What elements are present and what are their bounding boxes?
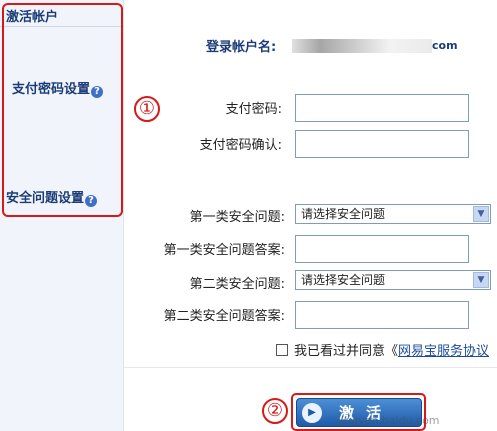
pay-password-label: 支付密码: bbox=[225, 102, 282, 117]
answer-1-input[interactable] bbox=[295, 235, 469, 263]
pay-password-confirm-input[interactable] bbox=[295, 130, 469, 158]
question-1-select[interactable]: 请选择安全问题 ▼ bbox=[295, 204, 491, 224]
step-1-marker: ① bbox=[134, 96, 160, 122]
answer-1-label: 第一类安全问题答案: bbox=[163, 243, 285, 258]
chevron-down-icon[interactable]: ▼ bbox=[473, 206, 489, 222]
agreement-text: 我已看过并同意《 bbox=[294, 344, 399, 359]
watermark: jingyan.baidu.com bbox=[338, 414, 440, 427]
chevron-down-icon[interactable]: ▼ bbox=[473, 272, 489, 288]
question-1-select-value: 请选择安全问题 bbox=[301, 207, 386, 221]
question-2-select-value: 请选择安全问题 bbox=[301, 273, 386, 287]
agreement-checkbox[interactable] bbox=[276, 344, 288, 356]
question-1-label: 第一类安全问题: bbox=[189, 210, 285, 225]
account-value-blurred bbox=[292, 39, 432, 53]
play-icon: ▶ bbox=[302, 403, 322, 423]
answer-2-input[interactable] bbox=[295, 301, 469, 329]
step-2-marker: ② bbox=[262, 398, 288, 424]
question-2-select[interactable]: 请选择安全问题 ▼ bbox=[295, 270, 491, 290]
answer-2-label: 第二类安全问题答案: bbox=[163, 309, 285, 324]
divider bbox=[124, 367, 497, 368]
pay-password-confirm-label: 支付密码确认: bbox=[199, 138, 282, 153]
agreement-link[interactable]: 网易宝服务协议 bbox=[398, 344, 489, 359]
account-value-suffix: com bbox=[432, 39, 458, 52]
pay-password-input[interactable] bbox=[295, 94, 469, 122]
annotation-box-sidebar bbox=[2, 3, 123, 217]
question-2-label: 第二类安全问题: bbox=[189, 277, 285, 292]
agreement-row: 我已看过并同意《网易宝服务协议 bbox=[276, 340, 489, 359]
account-label: 登录帐户名: bbox=[206, 40, 277, 55]
